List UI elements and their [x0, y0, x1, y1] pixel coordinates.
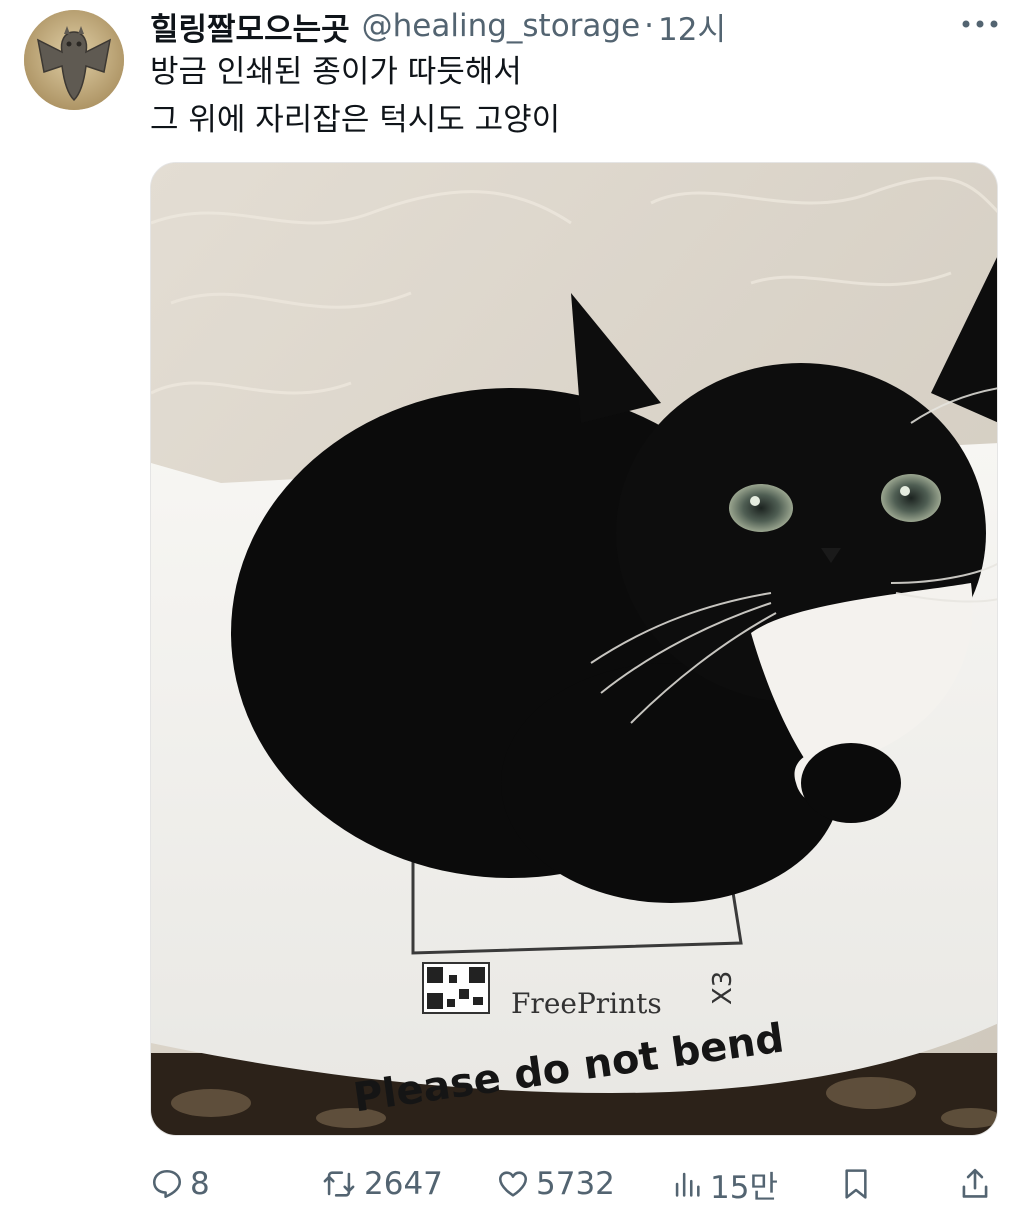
views-button[interactable]: 15만 [670, 1160, 778, 1208]
tweet-text: 방금 인쇄된 종이가 따듯해서 그 위에 자리잡은 턱시도 고양이 [150, 48, 560, 144]
display-name[interactable]: 힐링짤모으는곳 [150, 4, 350, 49]
avatar[interactable] [24, 10, 124, 110]
like-button[interactable]: 5732 [496, 1160, 615, 1208]
retweet-button[interactable]: 2647 [320, 1160, 443, 1208]
bookmark-icon [845, 1169, 867, 1199]
freeprints-logo: FreePrints [511, 987, 662, 1020]
tweet-text-line: 방금 인쇄된 종이가 따듯해서 [150, 54, 522, 90]
more-options-button[interactable] [958, 6, 1002, 42]
tweet-text-line: 그 위에 자리잡은 턱시도 고양이 [150, 102, 561, 138]
heart-icon [498, 1171, 528, 1197]
tweet-header: 힐링짤모으는곳 @healing_storage · 12시 [150, 4, 1004, 48]
retweet-count: 2647 [364, 1166, 443, 1202]
timestamp[interactable]: 12시 [658, 4, 726, 49]
more-dots-icon [962, 20, 998, 28]
views-count: 15만 [710, 1169, 778, 1206]
reply-button[interactable]: 8 [150, 1160, 210, 1208]
bookmark-button[interactable] [840, 1160, 872, 1208]
views-chart-icon [675, 1172, 700, 1197]
reply-count: 8 [190, 1166, 210, 1202]
bat-carving-avatar-icon [24, 10, 124, 110]
printed-count: X3 [708, 971, 738, 1005]
separator-dot: · [644, 8, 655, 44]
retweet-icon [323, 1171, 355, 1197]
tweet-media[interactable]: FreePrints X3 Please do not bend [150, 162, 998, 1136]
tweet-action-bar: 8 2647 5732 15만 [150, 1160, 998, 1208]
tuxedo-cat-photo: FreePrints X3 Please do not bend [151, 163, 997, 1135]
share-button[interactable] [958, 1160, 992, 1208]
user-handle[interactable]: @healing_storage [362, 8, 641, 44]
like-count: 5732 [536, 1166, 615, 1202]
reply-icon [152, 1169, 182, 1199]
share-icon [962, 1168, 988, 1198]
